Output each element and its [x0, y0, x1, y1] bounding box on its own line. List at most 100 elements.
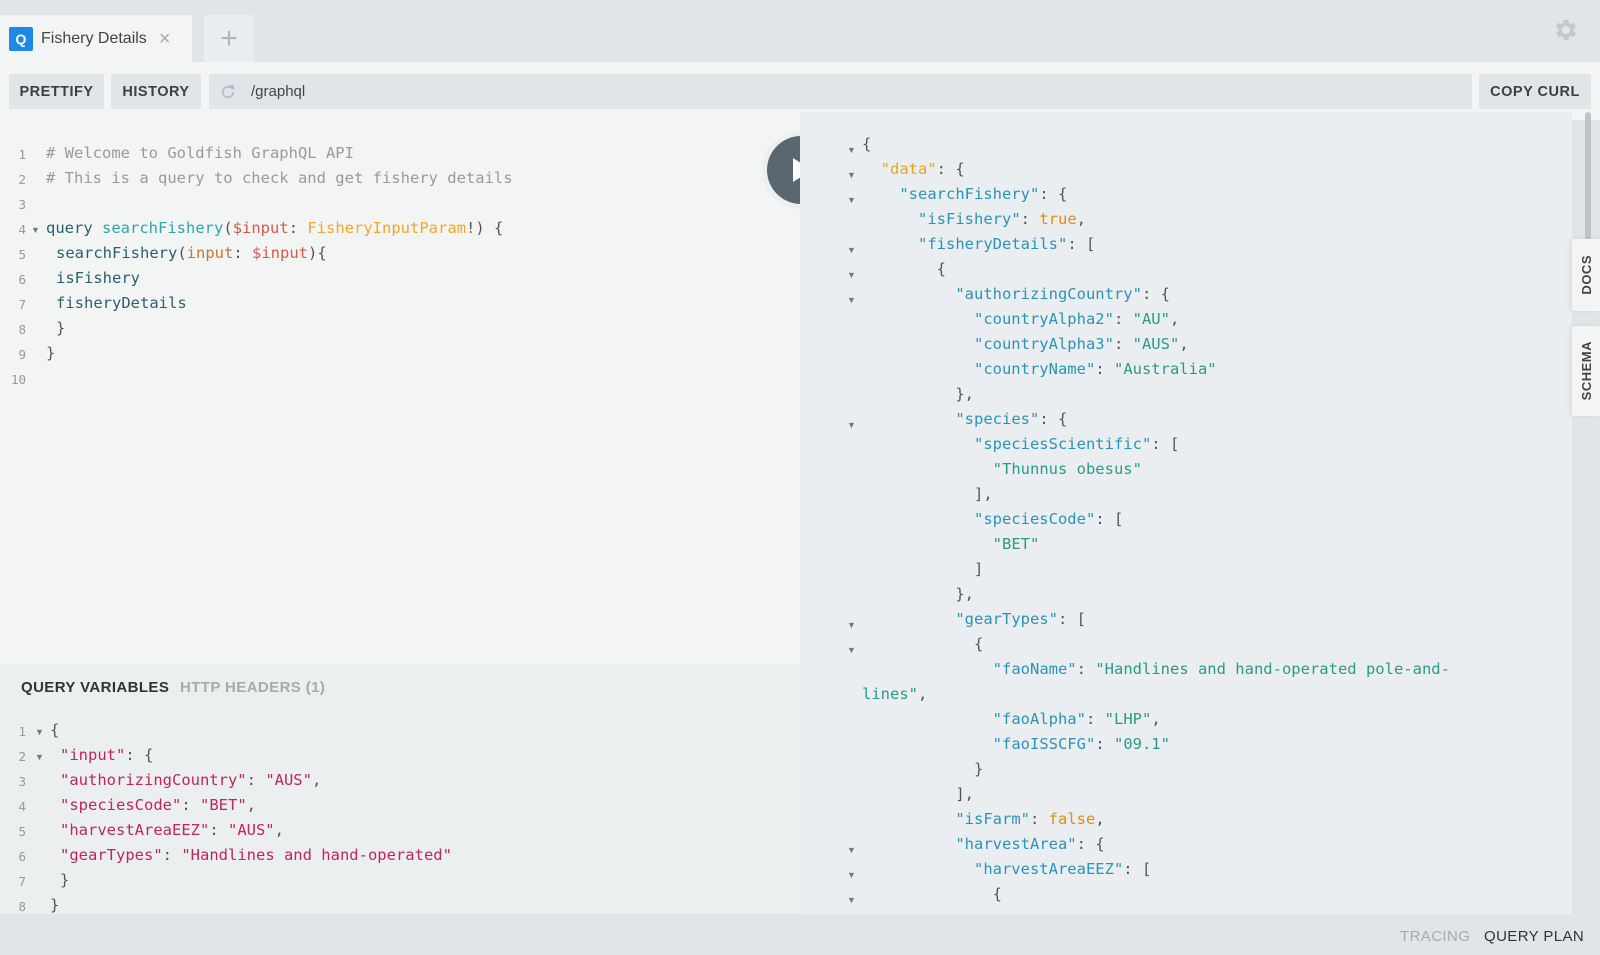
result-scrollbar[interactable]	[1585, 112, 1591, 240]
result-line: "fisheryDetails": [	[918, 235, 1096, 253]
variables-panel: QUERY VARIABLES HTTP HEADERS (1) 1 2 3 4…	[0, 664, 800, 924]
docs-tab-label: DOCS	[1578, 255, 1594, 295]
add-tab-button[interactable]: +	[204, 15, 254, 62]
code-line: isFishery	[56, 269, 140, 287]
result-line: "isFishery": true,	[918, 210, 1086, 228]
code-line: }	[60, 871, 70, 889]
fold-arrow-icon[interactable]: ▼	[31, 225, 40, 235]
tab-query-variables[interactable]: QUERY VARIABLES	[21, 679, 169, 696]
fold-arrow-icon[interactable]: ▼	[847, 245, 856, 255]
line-number: 2	[18, 749, 26, 764]
result-line: "faoISSCFG": "09.1"	[992, 735, 1170, 753]
fold-arrow-icon[interactable]: ▼	[847, 620, 856, 630]
result-line: "searchFishery": {	[899, 185, 1068, 203]
reload-icon[interactable]	[219, 83, 237, 101]
code-line: }	[56, 319, 66, 337]
result-line: ],	[862, 485, 993, 503]
query-tab-icon: Q	[9, 26, 33, 51]
result-line: lines",	[862, 685, 928, 703]
line-number: 2	[18, 172, 26, 187]
code-line: {	[50, 721, 60, 739]
endpoint-input[interactable]: /graphql	[209, 74, 1472, 109]
result-line: }	[862, 760, 984, 778]
result-line: "harvestArea": {	[955, 835, 1105, 853]
result-line: "harvestAreaEEZ": [	[973, 860, 1152, 878]
line-number: 1	[18, 147, 26, 162]
fold-arrow-icon[interactable]: ▼	[35, 727, 44, 737]
schema-tab[interactable]: SCHEMA	[1572, 326, 1600, 416]
fold-arrow-icon[interactable]: ▼	[847, 170, 856, 180]
result-line: "faoName": "Handlines and hand-operated …	[992, 660, 1450, 678]
code-line: # This is a query to check and get fishe…	[46, 169, 513, 187]
docs-tab[interactable]: DOCS	[1572, 239, 1600, 311]
code-line: fisheryDetails	[56, 294, 187, 312]
line-number: 6	[18, 849, 26, 864]
result-line: {	[862, 635, 984, 653]
line-number: 5	[18, 247, 26, 262]
result-line: {	[862, 135, 872, 153]
prettify-button[interactable]: PRETTIFY	[9, 74, 104, 109]
fold-arrow-icon[interactable]: ▼	[847, 420, 856, 430]
code-line: "authorizingCountry": "AUS",	[60, 771, 322, 789]
tab-fishery-details[interactable]: Q Fishery Details ×	[0, 15, 192, 62]
code-line: "input": {	[60, 746, 154, 764]
result-line: "faoAlpha": "LHP",	[992, 710, 1161, 728]
history-button[interactable]: HISTORY	[111, 74, 201, 109]
fold-arrow-icon[interactable]: ▼	[847, 845, 856, 855]
close-icon[interactable]: ×	[159, 29, 171, 49]
fold-arrow-icon[interactable]: ▼	[35, 752, 44, 762]
code-line: }	[46, 344, 56, 362]
result-line: },	[862, 385, 974, 403]
fold-arrow-icon[interactable]: ▼	[847, 645, 856, 655]
result-line: "BET"	[992, 535, 1040, 553]
tracing-tab[interactable]: TRACING	[1400, 928, 1470, 945]
code-line: searchFishery(input: $input){	[56, 244, 327, 262]
query-plan-tab[interactable]: QUERY PLAN	[1484, 928, 1584, 945]
result-line: "Thunnus obesus"	[992, 460, 1142, 478]
schema-tab-label: SCHEMA	[1578, 341, 1594, 401]
code-line: # Welcome to Goldfish GraphQL API	[46, 144, 354, 162]
code-line: }	[50, 896, 60, 914]
line-number: 7	[18, 297, 26, 312]
line-number: 9	[18, 347, 26, 362]
result-panel: ▼ ▼ ▼ ▼ ▼ ▼ ▼ ▼ ▼ ▼ ▼ ▼ { "data": { "sea…	[800, 112, 1572, 914]
fold-arrow-icon[interactable]: ▼	[847, 295, 856, 305]
line-number: 5	[18, 824, 26, 839]
line-number: 10	[10, 372, 26, 387]
fold-arrow-icon[interactable]: ▼	[847, 270, 856, 280]
fold-arrow-icon[interactable]: ▼	[847, 195, 856, 205]
result-line: "speciesCode": [	[973, 510, 1124, 528]
copy-curl-button[interactable]: COPY CURL	[1479, 74, 1591, 109]
result-line: ],	[862, 785, 974, 803]
line-number: 8	[18, 899, 26, 914]
fold-arrow-icon[interactable]: ▼	[847, 145, 856, 155]
code-line: "harvestAreaEEZ": "AUS",	[60, 821, 284, 839]
result-line: ]	[862, 560, 984, 578]
result-line: "isFarm": false,	[955, 810, 1105, 828]
code-line: "speciesCode": "BET",	[60, 796, 257, 814]
result-line: "countryName": "Australia"	[973, 360, 1217, 378]
line-number: 3	[18, 774, 26, 789]
line-number: 6	[18, 272, 26, 287]
result-line: {	[862, 885, 1002, 903]
line-number: 8	[18, 322, 26, 337]
tab-bar: Q Fishery Details × +	[0, 0, 1600, 62]
tab-http-headers[interactable]: HTTP HEADERS (1)	[180, 679, 325, 696]
fold-arrow-icon[interactable]: ▼	[847, 895, 856, 905]
line-number: 1	[18, 724, 26, 739]
result-line: {	[862, 260, 946, 278]
result-line: "speciesScientific": [	[973, 435, 1180, 453]
query-editor[interactable]: 1 2 3 4 5 6 7 8 9 10 ▼ # Welcome to Gold…	[0, 120, 800, 664]
code-line: "gearTypes": "Handlines and hand-operate…	[60, 846, 452, 864]
tab-title: Fishery Details	[41, 29, 147, 47]
fold-arrow-icon[interactable]: ▼	[847, 870, 856, 880]
gear-icon[interactable]	[1552, 16, 1580, 44]
line-number: 3	[18, 197, 26, 212]
result-line: "countryAlpha2": "AU",	[973, 310, 1180, 328]
result-line: "species": {	[955, 410, 1068, 428]
result-line: },	[862, 585, 974, 603]
result-line: "countryAlpha3": "AUS",	[973, 335, 1189, 353]
footer-bar: TRACING QUERY PLAN	[0, 914, 1600, 955]
code-line: query searchFishery($input: FisheryInput…	[46, 219, 504, 237]
result-line: "data": {	[880, 160, 965, 178]
